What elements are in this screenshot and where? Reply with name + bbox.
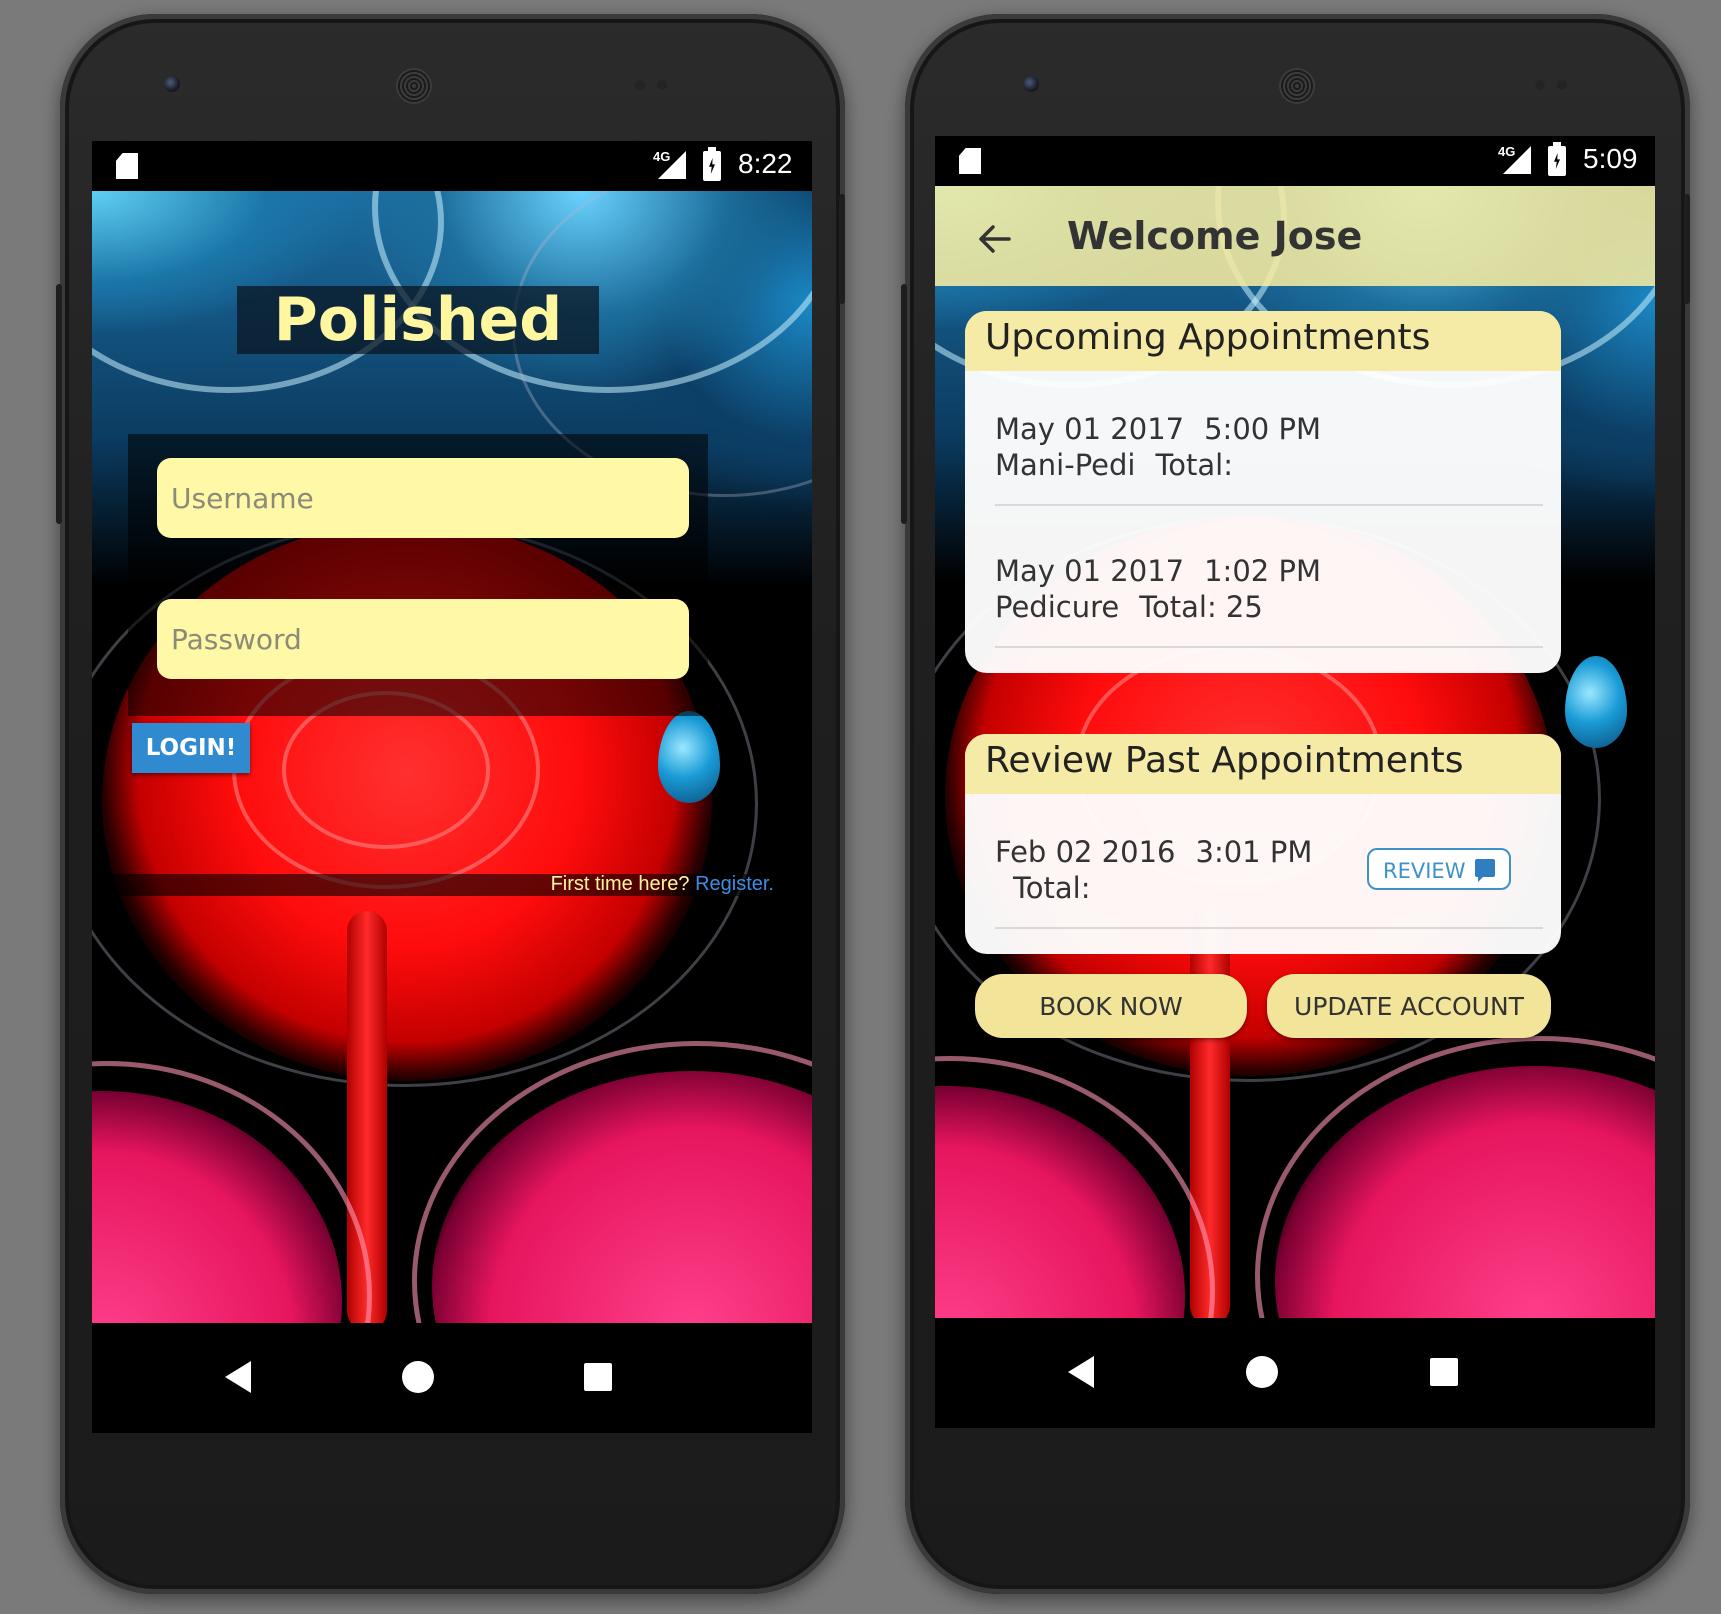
appointment-time: 3:01 PM (1195, 835, 1313, 869)
update-account-button[interactable]: UPDATE ACCOUNT (1267, 974, 1551, 1038)
review-button[interactable]: REVIEW (1367, 848, 1511, 890)
divider (995, 927, 1543, 929)
appointment-date: May 01 2017 (995, 412, 1185, 446)
front-camera-icon (1023, 76, 1039, 92)
appointment-service: Mani-Pedi (995, 448, 1136, 482)
phone-side-button (839, 194, 845, 304)
list-item[interactable]: May 01 2017 1:02 PM Pedicure Total: 25 (995, 553, 1543, 625)
network-type: 4G (1498, 144, 1516, 159)
card-title: Upcoming Appointments (985, 317, 1431, 358)
app-content: Welcome Jose Upcoming Appointments May 0… (935, 186, 1655, 1318)
chat-bubble-icon (1475, 859, 1495, 882)
nav-back-icon[interactable] (225, 1361, 251, 1393)
upcoming-appointments-card: Upcoming Appointments May 01 2017 5:00 PM… (965, 311, 1561, 673)
blue-polish-drop (1565, 656, 1627, 748)
status-time: 5:09 (1583, 143, 1638, 174)
speaker-grille-icon (396, 68, 432, 104)
login-form (128, 434, 708, 716)
network-type: 4G (653, 149, 671, 164)
speaker-grille-icon (1279, 68, 1315, 104)
appointment-time: 5:00 PM (1204, 412, 1321, 446)
phone-side-button (56, 284, 62, 524)
status-bar: 4G 5:09 (935, 136, 1655, 186)
card-header: Upcoming Appointments (965, 311, 1561, 371)
brand-banner: Polished (237, 286, 599, 354)
status-bar: 4G 8:22 (92, 141, 812, 191)
nav-back-icon[interactable] (1068, 1356, 1094, 1388)
app-title: Polished (273, 285, 563, 355)
appointment-details: Pedicure Total: 25 (995, 589, 1543, 625)
status-time: 8:22 (738, 148, 793, 179)
proximity-sensor (1535, 80, 1545, 90)
battery-charging-icon (703, 147, 721, 181)
toolbar-title: Welcome Jose (1067, 214, 1363, 258)
book-now-button[interactable]: BOOK NOW (975, 974, 1247, 1038)
phone-side-button (1684, 194, 1690, 304)
register-link[interactable]: Register. (695, 873, 774, 895)
username-input[interactable] (157, 458, 689, 538)
front-camera-icon (164, 76, 180, 92)
arrow-back-icon[interactable] (977, 222, 1011, 256)
register-prompt-text: First time here? (550, 873, 690, 895)
nav-recent-icon[interactable] (584, 1363, 612, 1391)
appointment-total: Total: (1013, 871, 1091, 905)
system-nav-bar (92, 1323, 812, 1433)
phone-frame-right: 4G 5:09 Welcome Jose Upcoming Appointmen… (901, 14, 1690, 1594)
appointment-date: May 01 2017 (995, 554, 1185, 588)
proximity-sensor (657, 80, 667, 90)
pink-rim (1255, 1036, 1655, 1318)
card-title: Review Past Appointments (985, 740, 1464, 781)
review-button-label: REVIEW (1383, 859, 1466, 883)
appointment-details: Mani-Pedi Total: (995, 447, 1543, 483)
appointment-date: Feb 02 2016 (995, 835, 1176, 869)
proximity-sensor (635, 80, 645, 90)
card-header: Review Past Appointments (965, 734, 1561, 794)
register-prompt: First time here? Register. (551, 873, 774, 896)
nav-home-icon[interactable] (1246, 1356, 1278, 1388)
password-input[interactable] (157, 599, 689, 679)
proximity-sensor (1557, 80, 1567, 90)
login-button[interactable]: LOGIN! (132, 723, 250, 773)
appointment-datetime: Feb 02 2016 3:01 PM (995, 834, 1355, 870)
appointment-datetime: May 01 2017 1:02 PM (995, 553, 1543, 589)
phone-side-button (901, 284, 907, 524)
system-nav-bar (935, 1318, 1655, 1428)
divider (995, 504, 1543, 506)
list-item[interactable]: Feb 02 2016 3:01 PM Total: (995, 834, 1355, 906)
appointment-time: 1:02 PM (1204, 554, 1321, 588)
pink-rim (92, 1061, 372, 1323)
app-toolbar: Welcome Jose (935, 186, 1655, 286)
appointment-service: Pedicure (995, 590, 1120, 624)
nav-home-icon[interactable] (402, 1361, 434, 1393)
past-appointments-card: Review Past Appointments Feb 02 2016 3:01… (965, 734, 1561, 954)
pink-rim (935, 1056, 1215, 1318)
sd-card-icon (116, 153, 138, 179)
appointment-datetime: May 01 2017 5:00 PM (995, 411, 1543, 447)
appointment-total: Total: (1155, 448, 1233, 482)
battery-charging-icon (1548, 142, 1566, 176)
sd-card-icon (959, 148, 981, 174)
dashboard-screen: 4G 5:09 Welcome Jose Upcoming Appointmen… (935, 136, 1655, 1428)
phone-frame-left: 4G 8:22 Polished Username LOGIN! First t… (56, 14, 845, 1594)
login-screen: 4G 8:22 Polished Username LOGIN! First t… (92, 141, 812, 1433)
list-item[interactable]: May 01 2017 5:00 PM Mani-Pedi Total: (995, 411, 1543, 483)
nav-recent-icon[interactable] (1430, 1358, 1458, 1386)
appointment-total: Total: 25 (1139, 590, 1263, 624)
app-content: Polished LOGIN! First time here? Registe… (92, 191, 812, 1323)
pink-rim (412, 1041, 812, 1323)
appointment-details: Total: (995, 870, 1355, 906)
divider (995, 646, 1543, 648)
